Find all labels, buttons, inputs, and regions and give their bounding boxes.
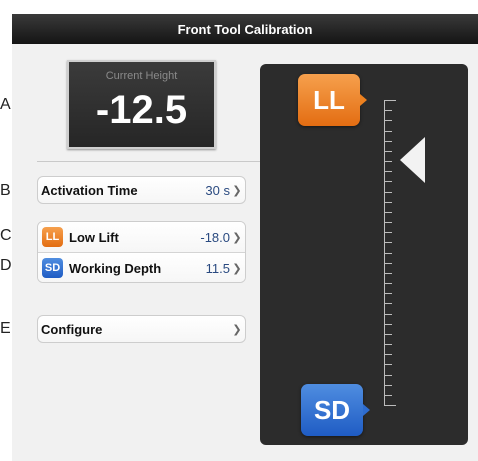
gauge-tick: [384, 303, 392, 304]
gauge-tick: [384, 405, 396, 406]
gauge-tick: [384, 192, 392, 193]
gauge-tick: [384, 100, 396, 101]
callout-b: B: [0, 182, 11, 199]
low-lift-badge-icon: LL: [42, 227, 63, 247]
working-depth-marker[interactable]: SD: [301, 384, 370, 436]
title-bar: Front Tool Calibration: [12, 14, 478, 44]
working-depth-marker-label: SD: [313, 394, 351, 425]
gauge-tick: [384, 354, 392, 355]
gauge-tick: [384, 202, 392, 203]
triangle-left-icon[interactable]: [400, 137, 425, 183]
working-depth-badge-icon: SD: [42, 258, 63, 278]
gauge-tick: [384, 151, 392, 152]
gauge-tick: [384, 232, 392, 233]
gauge-tick: [384, 212, 392, 213]
gauge-tick: [384, 344, 392, 345]
tool-settings-group: LL Low Lift -18.0 ❯ SD Working Depth 11.…: [37, 221, 246, 283]
gauge-tick: [384, 385, 392, 386]
divider: [37, 161, 267, 162]
working-depth-row[interactable]: SD Working Depth 11.5 ❯: [38, 253, 245, 282]
low-lift-row[interactable]: LL Low Lift -18.0 ❯: [38, 222, 245, 252]
gauge-tick: [384, 171, 392, 172]
chevron-right-icon: ❯: [232, 262, 242, 275]
calibration-panel: Front Tool Calibration Current Height -1…: [12, 14, 478, 461]
gauge-tick: [384, 131, 392, 132]
gauge-tick: [384, 110, 392, 111]
activation-time-value: 30 s: [205, 182, 230, 198]
gauge-tick: [384, 375, 392, 376]
activation-time-label: Activation Time: [41, 182, 138, 198]
height-gauge: LL SD: [260, 64, 468, 445]
gauge-tick: [384, 283, 392, 284]
page-title: Front Tool Calibration: [177, 21, 313, 37]
current-height-label: Current Height: [105, 70, 178, 82]
marker-tip-icon: [363, 404, 370, 416]
gauge-tick: [384, 263, 392, 264]
chevron-right-icon: ❯: [232, 184, 242, 197]
gauge-tick: [384, 273, 392, 274]
gauge-tick: [384, 242, 392, 243]
screen: A B C D E Front Tool Calibration Current…: [0, 0, 478, 461]
current-height-display: Current Height -12.5: [67, 60, 216, 149]
callout-d: D: [0, 257, 12, 274]
chevron-right-icon: ❯: [232, 323, 242, 336]
low-lift-marker[interactable]: LL: [298, 74, 367, 126]
marker-tip-icon: [360, 94, 367, 106]
callout-c: C: [0, 227, 12, 244]
gauge-tick: [384, 120, 392, 121]
gauge-tick: [384, 314, 392, 315]
low-lift-label: Low Lift: [69, 229, 119, 245]
configure-label: Configure: [41, 321, 103, 337]
current-height-value: -12.5: [95, 88, 188, 132]
gauge-tick: [384, 222, 392, 223]
callout-a: A: [0, 96, 11, 113]
gauge-tick: [384, 161, 392, 162]
configure-row[interactable]: Configure ❯: [37, 315, 246, 343]
gauge-tick: [384, 253, 392, 254]
gauge-tick: [384, 334, 392, 335]
gauge-tick: [384, 181, 392, 182]
working-depth-label: Working Depth: [69, 260, 162, 276]
low-lift-marker-label: LL: [313, 84, 345, 115]
activation-time-row[interactable]: Activation Time 30 s ❯: [37, 176, 246, 204]
chevron-right-icon: ❯: [232, 231, 242, 244]
gauge-tick: [384, 364, 392, 365]
gauge-tick: [384, 141, 392, 142]
gauge-tick: [384, 324, 392, 325]
working-depth-value: 11.5: [205, 260, 230, 276]
gauge-tick: [384, 293, 392, 294]
callout-e: E: [0, 320, 11, 337]
low-lift-value: -18.0: [200, 229, 230, 245]
gauge-tick: [384, 395, 392, 396]
